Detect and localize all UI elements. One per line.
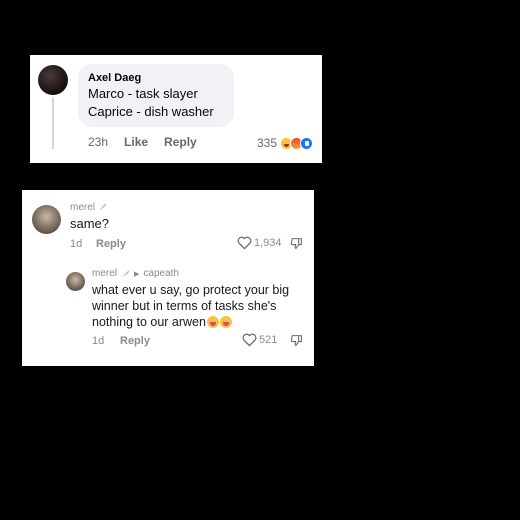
avatar[interactable]: [66, 272, 85, 291]
reactions-summary[interactable]: 335: [257, 136, 313, 150]
like-count: 521: [259, 334, 278, 346]
comment-text: same?: [70, 216, 110, 231]
avatar[interactable]: [32, 205, 61, 234]
like-button[interactable]: 521: [242, 333, 277, 347]
reaction-count: 335: [256, 136, 277, 150]
reply-arrow-icon: ▶: [134, 270, 140, 278]
tongue-emoji-icon: [219, 316, 232, 328]
reply-text-content: what ever u say, go protect your big win…: [92, 283, 290, 329]
reply-button[interactable]: Reply: [96, 238, 126, 250]
like-button[interactable]: Like: [124, 135, 148, 149]
username-text: merel: [70, 202, 96, 213]
comment-line-2: Caprice - dish washer: [88, 104, 214, 119]
comment-time[interactable]: 23h: [88, 135, 108, 149]
heart-icon: [242, 333, 257, 347]
avatar[interactable]: [38, 65, 68, 95]
thread-line: [52, 97, 54, 149]
dislike-icon[interactable]: [290, 237, 303, 250]
reply-button[interactable]: Reply: [120, 335, 150, 347]
comment-line-1: Marco - task slayer: [88, 86, 198, 101]
reply-button[interactable]: Reply: [164, 135, 197, 149]
facebook-comment-card: Axel Daeg Marco - task slayer Caprice - …: [30, 55, 322, 163]
like-button[interactable]: 1,934: [237, 236, 282, 250]
reply-to-username[interactable]: capeath: [143, 268, 179, 279]
reply-header: merel ▶ capeath: [92, 268, 179, 279]
comment-actions: 23h Like Reply: [88, 135, 197, 149]
feather-icon: [98, 203, 106, 211]
feather-icon: [121, 270, 130, 278]
reply-username[interactable]: merel: [92, 268, 117, 279]
dislike-icon[interactable]: [290, 334, 303, 347]
reply-date: 1d: [92, 335, 105, 347]
like-count: 1,934: [254, 237, 282, 249]
comment-bubble: Axel Daeg Marco - task slayer Caprice - …: [78, 64, 234, 127]
heart-icon: [237, 236, 252, 250]
tongue-emoji-icon: [206, 316, 219, 328]
reply-text: what ever u say, go protect your big win…: [92, 282, 307, 330]
like-thumb-icon: [300, 136, 313, 150]
tiktok-comments-card: merel same? 1d Reply 1,934 merel ▶ capea…: [22, 190, 314, 366]
comment-username[interactable]: merel: [70, 202, 107, 213]
comment-date: 1d: [70, 238, 83, 250]
comment-author[interactable]: Axel Daeg: [88, 71, 224, 85]
